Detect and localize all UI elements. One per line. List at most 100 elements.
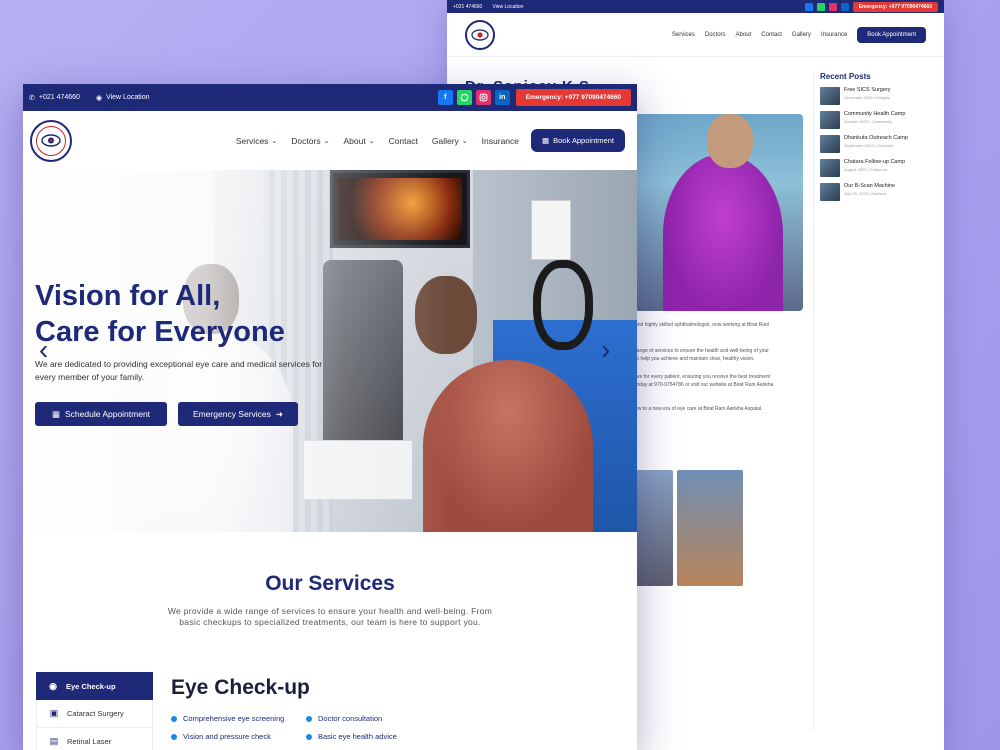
location-link[interactable]: ◉ View Location xyxy=(96,94,150,102)
back-location[interactable]: View Location xyxy=(492,4,523,10)
nav-insurance[interactable]: Insurance xyxy=(482,136,519,146)
post-meta: October 2023 • Community xyxy=(844,119,893,124)
tab-label: Retinal Laser xyxy=(67,737,112,746)
tab-eye-check-up[interactable]: ◉ Eye Check-up xyxy=(36,672,153,700)
back-post[interactable]: Our B-Scan Machine July 25, 2023 • Machin… xyxy=(820,183,928,201)
hero-slider: Vision for All, Care for Everyone We are… xyxy=(23,170,637,532)
location-pin-icon: ◉ xyxy=(95,94,103,102)
services-heading: Our Services xyxy=(265,572,395,595)
location-label: View Location xyxy=(106,94,150,101)
back-nav-about[interactable]: About xyxy=(736,32,752,38)
list-item: Basic eye health advice xyxy=(306,732,431,741)
nav-doctors[interactable]: Doctors ⌄ xyxy=(291,136,329,146)
calendar-icon: ▦ xyxy=(542,136,550,145)
chevron-down-icon: ⌄ xyxy=(323,137,330,145)
back-nav-doctors[interactable]: Doctors xyxy=(705,32,726,38)
back-emergency-button[interactable]: Emergency: +977 97090474660 xyxy=(852,1,938,12)
services-description: We provide a wide range of services to e… xyxy=(167,606,493,627)
linkedin-icon[interactable]: in xyxy=(494,90,510,105)
facebook-icon[interactable]: f xyxy=(437,90,453,105)
back-topbar: +021 474660 View Location Emergency: +97… xyxy=(447,0,944,13)
back-paragraph: are for every patient, ensuring you rece… xyxy=(635,374,771,380)
service-feature-list: Comprehensive eye screening Doctor consu… xyxy=(171,714,431,741)
back-gallery-image[interactable] xyxy=(635,470,673,586)
tab-label: Cataract Surgery xyxy=(67,709,124,718)
post-thumbnail xyxy=(820,159,840,177)
slider-prev-arrow-icon[interactable]: ‹ xyxy=(39,336,48,364)
laser-icon: ▤ xyxy=(49,736,59,746)
back-paragraph: and highly skilled ophthalmologist, now … xyxy=(635,322,769,328)
post-title: Dhankuta Outreach Camp xyxy=(844,135,908,141)
social-links: f in xyxy=(437,90,510,105)
post-title: Chatara Follow-up Camp xyxy=(844,159,906,165)
home-page-window: ✆ +021 474660 ◉ View Location f in Emerg… xyxy=(23,84,637,750)
bullet-dot-icon xyxy=(306,715,312,722)
phone-link[interactable]: ✆ +021 474660 xyxy=(29,94,80,102)
back-post[interactable]: Free SICS Surgery December 2023 • Surgery xyxy=(820,87,928,105)
nav-contact[interactable]: Contact xyxy=(389,136,418,146)
list-item: Doctor consultation xyxy=(306,714,431,723)
topbar: ✆ +021 474660 ◉ View Location f in Emerg… xyxy=(23,84,637,111)
hero-subtitle: We are dedicated to providing exceptiona… xyxy=(35,359,323,382)
back-menu: Services Doctors About Contact Gallery I… xyxy=(672,26,926,43)
back-eye-logo-icon xyxy=(471,28,489,41)
nav-services[interactable]: Services ⌄ xyxy=(236,136,277,146)
bullet-dot-icon xyxy=(306,733,312,740)
back-paragraph: range of services to ensure the health a… xyxy=(635,348,769,354)
nav-about[interactable]: About ⌄ xyxy=(343,136,374,146)
hero-title-line1: Vision for All, xyxy=(35,280,221,312)
nav-insurance-label: Insurance xyxy=(481,135,520,146)
main-navbar: Services ⌄ Doctors ⌄ About ⌄ Contact Galler… xyxy=(23,111,637,170)
emergency-button[interactable]: Emergency: +977 97090474660 xyxy=(515,89,631,106)
nav-menu: Services ⌄ Doctors ⌄ About ⌄ Contact Galler… xyxy=(236,136,519,146)
book-appointment-button[interactable]: ▦ Book Appointment xyxy=(531,129,625,152)
back-navbar: Services Doctors About Contact Gallery I… xyxy=(447,13,944,57)
chevron-down-icon: ⌄ xyxy=(271,137,278,145)
back-post[interactable]: Chatara Follow-up Camp August 2023 • Foll… xyxy=(820,159,928,177)
post-thumbnail xyxy=(820,183,840,201)
post-title: Our B-Scan Machine xyxy=(844,183,896,189)
phone-icon: ✆ xyxy=(29,94,35,102)
schedule-appointment-button[interactable]: ▦ Schedule Appointment xyxy=(35,402,167,426)
back-nav-services[interactable]: Services xyxy=(672,32,695,38)
slider-next-arrow-icon[interactable]: › xyxy=(601,336,610,364)
back-nav-gallery[interactable]: Gallery xyxy=(792,32,811,38)
bullet-dot-icon xyxy=(171,733,177,740)
chevron-down-icon: ⌄ xyxy=(368,137,375,145)
back-doctor-photo xyxy=(635,114,803,311)
services-tab-list: ◉ Eye Check-up ▣ Cataract Surgery ▤ Reti… xyxy=(36,672,153,750)
chevron-down-icon: ⌄ xyxy=(461,137,468,145)
back-phone: +021 474660 xyxy=(453,3,483,10)
back-book-appointment-button[interactable]: Book Appointment xyxy=(857,26,926,43)
back-instagram-icon[interactable] xyxy=(828,2,837,11)
back-nav-contact[interactable]: Contact xyxy=(761,32,782,38)
post-title: Free SICS Surgery xyxy=(844,87,891,93)
back-paragraph: ew to a new era of eye care at Birat Ran… xyxy=(635,406,763,412)
tab-cataract-surgery[interactable]: ▣ Cataract Surgery xyxy=(36,700,153,728)
post-thumbnail xyxy=(820,111,840,129)
back-paragraph: today at 970-9754786 or visit our websit… xyxy=(635,382,774,388)
instagram-icon[interactable] xyxy=(475,90,491,105)
back-post[interactable]: Community Health Camp October 2023 • Comm… xyxy=(820,111,928,129)
nav-gallery[interactable]: Gallery ⌄ xyxy=(432,136,468,146)
bullet-dot-icon xyxy=(171,715,177,722)
phone-number: +021 474660 xyxy=(38,94,80,101)
back-whatsapp-icon[interactable] xyxy=(816,2,825,11)
list-item: Vision and pressure check xyxy=(171,732,306,741)
emergency-services-button[interactable]: Emergency Services ➜ xyxy=(178,402,298,426)
nav-contact-label: Contact xyxy=(388,135,418,146)
eye-logo-icon xyxy=(41,134,61,147)
back-facebook-icon[interactable] xyxy=(804,2,813,11)
nav-about-label: About xyxy=(343,135,366,146)
hospital-icon: ▣ xyxy=(49,708,59,718)
back-post[interactable]: Dhankuta Outreach Camp September 2023 • O… xyxy=(820,135,928,153)
whatsapp-icon[interactable] xyxy=(456,90,472,105)
post-thumbnail xyxy=(820,135,840,153)
tab-retinal-laser[interactable]: ▤ Retinal Laser xyxy=(36,728,153,750)
hospital-logo[interactable] xyxy=(30,119,72,162)
back-linkedin-icon[interactable] xyxy=(840,2,849,11)
back-nav-insurance[interactable]: Insurance xyxy=(821,32,847,38)
emergency-services-label: Emergency Services xyxy=(192,409,271,419)
back-gallery-image[interactable] xyxy=(677,470,743,586)
back-logo[interactable] xyxy=(465,19,495,50)
